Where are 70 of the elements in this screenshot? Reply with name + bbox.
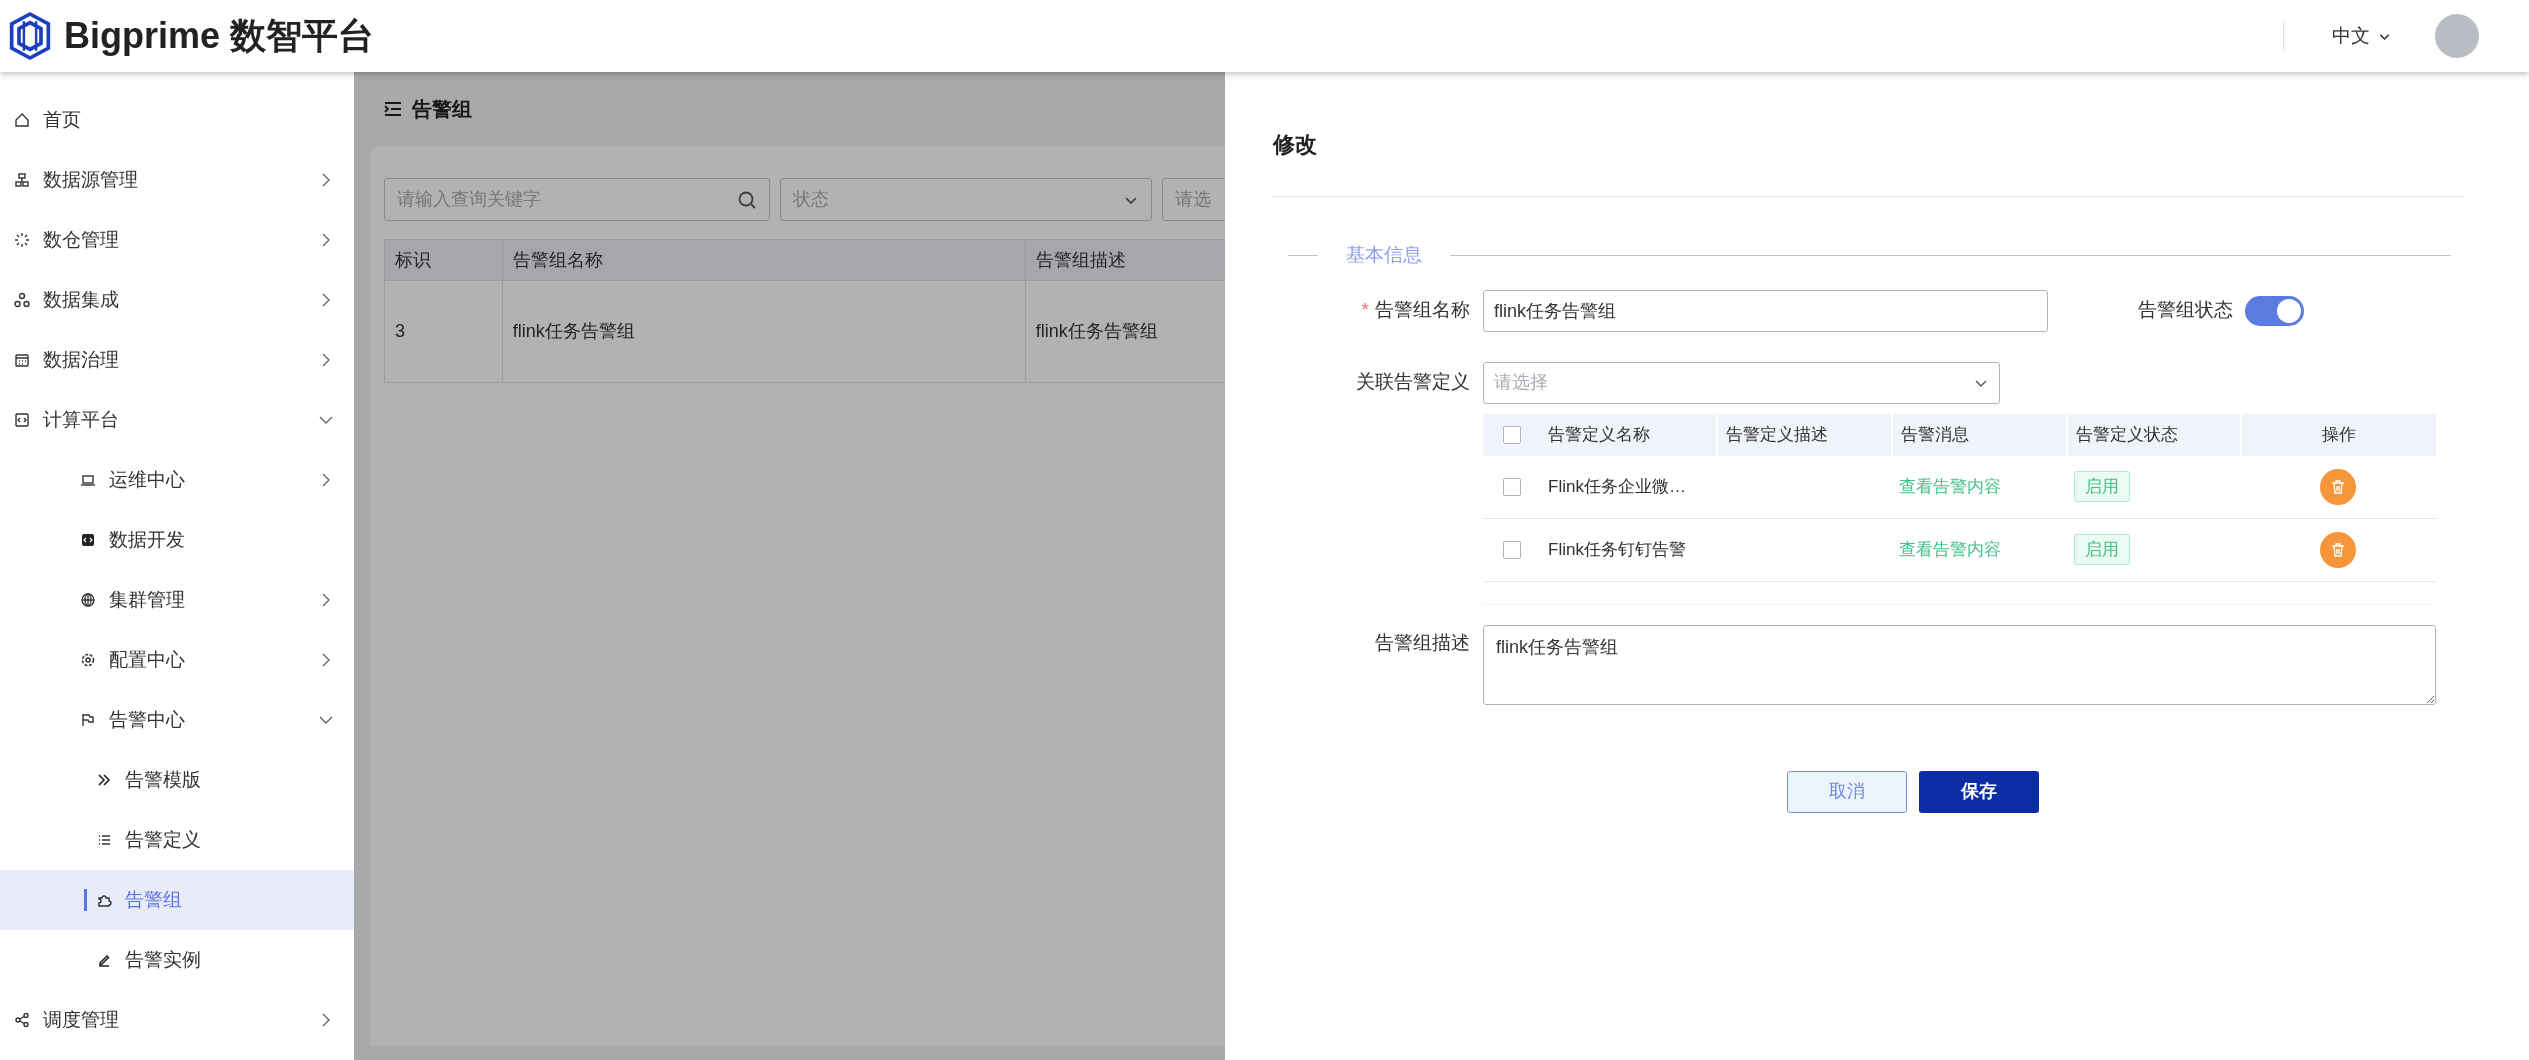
language-dropdown[interactable]: 中文 bbox=[2332, 21, 2391, 51]
checkbox[interactable] bbox=[1502, 477, 1521, 496]
column-header: 告警定义描述 bbox=[1726, 423, 1828, 446]
menu-item[interactable]: 数据源管理 bbox=[0, 150, 354, 210]
field-label: 告警组名称 bbox=[1375, 298, 1470, 323]
menu-item[interactable]: 数仓管理 bbox=[0, 210, 354, 270]
column-header: 告警定义状态 bbox=[2076, 423, 2178, 446]
indent-icon bbox=[384, 101, 402, 117]
checkbox[interactable] bbox=[1502, 540, 1521, 559]
calendar-icon bbox=[14, 352, 30, 368]
menu-item[interactable]: 首页 bbox=[0, 90, 354, 150]
description-field[interactable]: flink任务告警组 bbox=[1483, 624, 2436, 705]
share-icon bbox=[14, 1012, 30, 1028]
search-icon bbox=[737, 189, 757, 210]
status-switch[interactable] bbox=[2245, 295, 2304, 326]
menu-item[interactable]: 计算平台 bbox=[0, 390, 354, 450]
menu-item[interactable]: 数据集成 bbox=[0, 270, 354, 330]
list-icon bbox=[96, 832, 112, 848]
flag-icon bbox=[80, 712, 96, 728]
pen-icon bbox=[96, 952, 112, 968]
database-icon bbox=[14, 172, 30, 188]
menu-item[interactable]: 告警模版 bbox=[0, 750, 354, 810]
delete-button[interactable] bbox=[2320, 468, 2356, 505]
menu-item[interactable]: 告警实例 bbox=[0, 930, 354, 990]
avatar[interactable] bbox=[2435, 14, 2479, 58]
menu-item[interactable]: 运维中心 bbox=[0, 450, 354, 510]
field-label: 告警组描述 bbox=[1374, 630, 1470, 655]
drawer-title: 修改 bbox=[1273, 131, 1317, 159]
menu-item[interactable]: 数据开发 bbox=[0, 510, 354, 570]
status-tag: 启用 bbox=[2074, 533, 2130, 566]
checkbox[interactable] bbox=[1502, 425, 1521, 444]
app-title: Bigprime 数智平台 bbox=[64, 14, 375, 58]
menu-item[interactable]: 告警定义 bbox=[0, 810, 354, 870]
column-header: 告警组名称 bbox=[502, 239, 1026, 281]
table-cell: flink任务告警组 bbox=[502, 280, 1026, 383]
menu-item[interactable]: 数据治理 bbox=[0, 330, 354, 390]
column-header: 操作 bbox=[2322, 423, 2356, 446]
logo-icon bbox=[8, 11, 52, 61]
table-cell: 3 bbox=[384, 280, 503, 383]
trash-icon bbox=[2330, 478, 2346, 495]
puzzle-icon bbox=[96, 892, 112, 908]
name-field[interactable]: flink任务告警组 bbox=[1483, 289, 2048, 332]
section-title: 基本信息 bbox=[1346, 243, 1422, 267]
selection-bar bbox=[84, 889, 87, 911]
double-chevron-icon bbox=[96, 772, 112, 788]
save-button[interactable]: 保存 bbox=[1919, 770, 2039, 813]
sparkle-icon bbox=[14, 232, 30, 248]
page-title: 告警组 bbox=[412, 97, 472, 122]
nodes-icon bbox=[14, 292, 30, 308]
delete-button[interactable] bbox=[2320, 531, 2356, 568]
column-header: 告警消息 bbox=[1901, 423, 1969, 446]
table-cell: Flink任务企业微… bbox=[1548, 476, 1686, 496]
menu-item[interactable]: 集群管理 bbox=[0, 570, 354, 630]
menu-item[interactable]: 告警组 bbox=[0, 870, 354, 930]
menu-item[interactable]: 调度管理 bbox=[0, 990, 354, 1050]
trash-icon bbox=[2330, 541, 2346, 558]
home-icon bbox=[14, 112, 30, 128]
field-label: 告警组状态 bbox=[2138, 298, 2233, 323]
status-tag: 启用 bbox=[2074, 470, 2130, 503]
table-cell: Flink任务钉钉告警 bbox=[1548, 539, 1686, 559]
required-mark: * bbox=[1361, 298, 1369, 323]
globe-icon bbox=[80, 592, 96, 608]
menu-item[interactable]: 配置中心 bbox=[0, 630, 354, 690]
code-icon bbox=[14, 412, 30, 428]
column-header: 告警定义名称 bbox=[1548, 423, 1650, 446]
column-header: 标识 bbox=[384, 239, 503, 281]
menu-item[interactable]: 告警中心 bbox=[0, 690, 354, 750]
settings-icon bbox=[80, 652, 96, 668]
laptop-icon bbox=[80, 472, 96, 488]
code-badge-icon bbox=[80, 532, 96, 548]
